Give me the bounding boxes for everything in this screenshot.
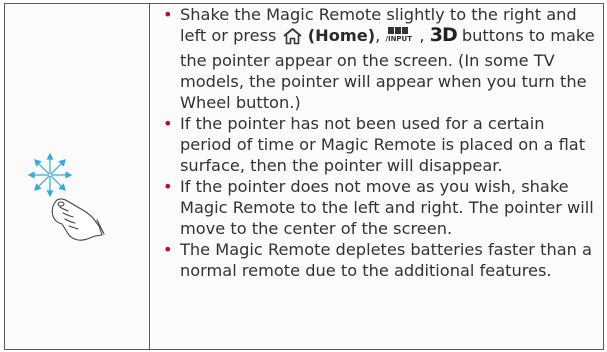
comma: , <box>419 26 425 45</box>
bullet: • <box>163 177 173 196</box>
input-label: /INPUT <box>385 35 413 43</box>
bullet: • <box>163 114 173 133</box>
illustration-cell <box>5 4 150 349</box>
input-icon: /INPUT <box>385 26 419 45</box>
notes-list: • Shake the Magic Remote slightly to the… <box>163 4 597 281</box>
hand-remote-icon <box>51 198 105 241</box>
magic-remote-pointer-illustration <box>27 152 105 241</box>
3d-button-icon: 3D <box>429 24 458 46</box>
home-label: (Home) <box>307 26 376 45</box>
comma: , <box>375 26 381 45</box>
bullet: • <box>163 240 173 259</box>
pointer-arrows-icon <box>27 152 73 198</box>
bullet: • <box>163 5 173 24</box>
note-item-2: • If the pointer has not been used for a… <box>163 113 597 176</box>
note-item-1: • Shake the Magic Remote slightly to the… <box>163 4 597 113</box>
note-2-text: If the pointer has not been used for a c… <box>180 114 586 175</box>
note-item-4: • The Magic Remote depletes batteries fa… <box>163 239 597 281</box>
note-4-text: The Magic Remote depletes batteries fast… <box>180 240 592 280</box>
note-item-3: • If the pointer does not move as you wi… <box>163 176 597 239</box>
notes-cell: • Shake the Magic Remote slightly to the… <box>150 4 603 349</box>
home-icon <box>282 27 303 50</box>
note-3-text: If the pointer does not move as you wish… <box>180 177 594 238</box>
note-table: • Shake the Magic Remote slightly to the… <box>4 3 604 350</box>
